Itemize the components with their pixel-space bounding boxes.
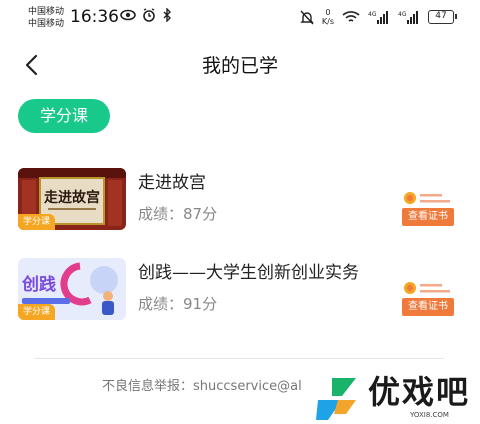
mute-bell-icon bbox=[300, 10, 314, 24]
page-title: 我的已学 bbox=[201, 55, 278, 77]
course-thumbnail: 走进故宫 学分课 bbox=[18, 168, 126, 230]
wifi-icon bbox=[342, 11, 360, 22]
course-score: 成绩：87分 bbox=[138, 205, 218, 223]
speed-value: 0 bbox=[325, 8, 331, 17]
signal-icon-1: 4G bbox=[368, 11, 388, 24]
credit-course-tab[interactable]: 学分课 bbox=[18, 99, 110, 133]
status-icons-left bbox=[120, 8, 172, 22]
bluetooth-icon bbox=[163, 8, 171, 22]
speed-unit: K/s bbox=[321, 17, 334, 26]
credit-badge: 学分课 bbox=[18, 304, 56, 320]
thumbnail-title: 走进故宫 bbox=[44, 189, 100, 206]
thumbnail-title: 创践 bbox=[21, 274, 56, 295]
svg-text:4G: 4G bbox=[368, 11, 377, 18]
watermark-logo-icon bbox=[316, 378, 356, 420]
watermark-brand: 优戏吧 bbox=[368, 373, 471, 411]
eye-icon bbox=[120, 9, 136, 21]
course-thumbnail: 创践 学分课 bbox=[18, 258, 126, 320]
watermark-url: YOXI8.COM bbox=[410, 411, 449, 419]
course-item[interactable]: 创践 学分课 创践——大学生创新创业实务 成绩：91分 查看证书 bbox=[0, 258, 480, 330]
certificate-icon bbox=[404, 282, 450, 294]
divider bbox=[34, 358, 444, 359]
course-score: 成绩：91分 bbox=[138, 295, 218, 313]
status-icons-right: 0 K/s 4G 4G 47 bbox=[300, 8, 457, 26]
report-footer: 不良信息举报：shuccservice@al bbox=[102, 379, 302, 394]
carrier-1: 中国移动 bbox=[28, 7, 65, 17]
clock: 16:36 bbox=[70, 7, 119, 27]
watermark: 优戏吧 YOXI8.COM bbox=[312, 372, 480, 424]
view-certificate-button[interactable]: 查看证书 bbox=[400, 278, 456, 318]
view-certificate-label: 查看证书 bbox=[402, 208, 454, 226]
carrier-2: 中国移动 bbox=[28, 19, 65, 29]
course-name: 创践——大学生创新创业实务 bbox=[138, 263, 359, 283]
view-certificate-label: 查看证书 bbox=[402, 298, 454, 316]
carrier-labels: 中国移动 中国移动 bbox=[28, 6, 64, 30]
svg-text:4G: 4G bbox=[398, 11, 407, 18]
certificate-icon bbox=[404, 192, 450, 204]
course-item[interactable]: 走进故宫 学分课 走进故宫 成绩：87分 查看证书 bbox=[0, 168, 480, 240]
alarm-icon bbox=[143, 8, 155, 22]
status-bar: 中国移动 中国移动 16:36 0 K/s 4G 4G 47 bbox=[0, 0, 480, 36]
view-certificate-button[interactable]: 查看证书 bbox=[400, 188, 456, 228]
signal-icon-2: 4G bbox=[398, 11, 418, 24]
credit-badge: 学分课 bbox=[18, 214, 56, 230]
course-name: 走进故宫 bbox=[138, 173, 206, 193]
battery-indicator: 47 bbox=[428, 10, 457, 24]
network-speed: 0 K/s bbox=[322, 8, 334, 26]
nav-header: 我的已学 bbox=[0, 44, 480, 88]
